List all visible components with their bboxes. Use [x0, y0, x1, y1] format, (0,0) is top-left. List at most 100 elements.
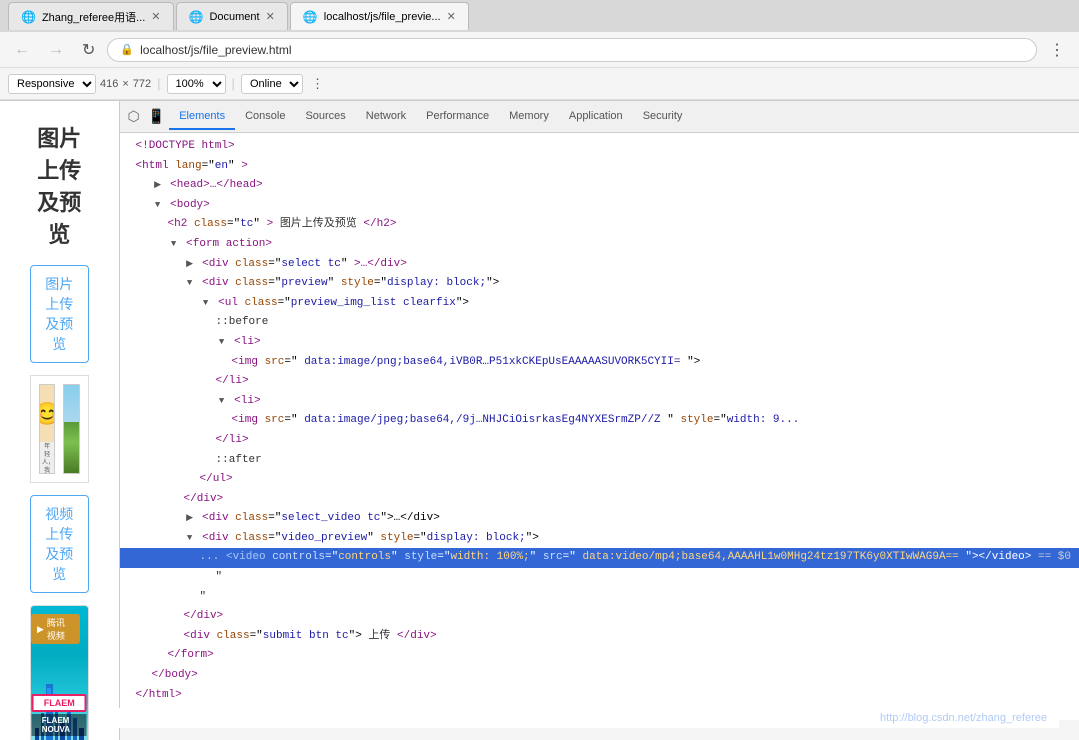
- tab-network[interactable]: Network: [356, 104, 416, 130]
- arrow-body[interactable]: ▼: [152, 198, 164, 212]
- tab-close-1[interactable]: ✕: [151, 10, 160, 23]
- html-line-8[interactable]: ▼ <div class="preview" style="display: b…: [120, 274, 1079, 294]
- div-class-attr1: class: [235, 258, 268, 270]
- html-line-21[interactable]: ▼ <div class="video_preview" style="disp…: [120, 529, 1079, 549]
- html-line-23[interactable]: ": [120, 568, 1079, 588]
- image-section-title: 图片上传及预览: [30, 265, 89, 363]
- video-watermark: ▶ 腾讯视频: [31, 614, 80, 644]
- tab-close-3[interactable]: ✕: [447, 10, 456, 23]
- tab-bar: 🌐 Zhang_referee用语... ✕ 🌐 Document ✕ 🌐 lo…: [0, 0, 1079, 32]
- tencent-icon: ▶: [37, 624, 44, 635]
- arrow-li2[interactable]: ▼: [216, 394, 228, 408]
- img1-src-link[interactable]: data:image/png;base64,iVB0R…P51xkCKEpUsE…: [304, 356, 680, 368]
- reload-button[interactable]: ↻: [76, 38, 101, 62]
- html-line-26[interactable]: <div class="submit btn tc"> 上传 </div>: [120, 627, 1079, 647]
- html-line-3[interactable]: ▶ <head>…</head>: [120, 176, 1079, 196]
- tab-application[interactable]: Application: [559, 104, 633, 130]
- html-line-17[interactable]: ::after: [120, 451, 1079, 471]
- html-close: </html>: [136, 689, 182, 701]
- h2-class-val: tc: [240, 218, 253, 230]
- tab-close-2[interactable]: ✕: [266, 10, 275, 23]
- video-controls-attr: controls: [272, 551, 325, 563]
- html-line-9[interactable]: ▼ <ul class="preview_img_list clearfix">: [120, 294, 1079, 314]
- sv-class-val: select_video tc: [281, 512, 380, 524]
- eq5c: ">: [486, 277, 499, 289]
- html-line-13[interactable]: </li>: [120, 372, 1079, 392]
- html-line-15[interactable]: <img src=" data:image/jpeg;base64,/9j…NH…: [120, 411, 1079, 431]
- video-style-val: width: 100%;: [450, 551, 529, 563]
- tab-2[interactable]: 🌐 Document ✕: [176, 2, 288, 30]
- tab-3[interactable]: 🌐 localhost/js/file_previe... ✕: [290, 2, 469, 30]
- html-line-20[interactable]: ▶ <div class="select_video tc">…</div>: [120, 509, 1079, 529]
- zoom-select[interactable]: 100%: [167, 74, 226, 94]
- html-line-16[interactable]: </li>: [120, 431, 1079, 451]
- mobile-device-icon[interactable]: 📱: [144, 106, 169, 127]
- dots-indicator: ...: [200, 551, 220, 563]
- div-preview: <div: [202, 277, 235, 289]
- tab-elements[interactable]: Elements: [169, 104, 235, 130]
- eq14c: ": [530, 551, 543, 563]
- address-bar[interactable]: 🔒 localhost/js/file_preview.html: [107, 38, 1037, 62]
- html-line-7[interactable]: ▶ <div class="select tc" >…</div>: [120, 255, 1079, 275]
- arrow-ul[interactable]: ▼: [200, 296, 212, 310]
- arrow-head[interactable]: ▶: [152, 178, 164, 192]
- html-line-5[interactable]: <h2 class="tc" > 图片上传及预览 </h2>: [120, 215, 1079, 235]
- html-line-22[interactable]: ... <video controls="controls" style="wi…: [120, 548, 1079, 568]
- cursor-tool-icon[interactable]: ⬡: [124, 106, 144, 127]
- quote1: ": [216, 571, 223, 583]
- html-line-2[interactable]: <html lang="en" >: [120, 157, 1079, 177]
- arrow-li1[interactable]: ▼: [216, 335, 228, 349]
- after-pseudo: ::after: [216, 454, 262, 466]
- tab-favicon-2: 🌐: [189, 10, 204, 24]
- html-line-12[interactable]: <img src=" data:image/png;base64,iVB0R…P…: [120, 353, 1079, 373]
- arrow-preview[interactable]: ▼: [184, 276, 196, 290]
- eq13c: ": [391, 551, 404, 563]
- tab-performance[interactable]: Performance: [416, 104, 499, 130]
- div-select-tc: <div: [202, 258, 235, 270]
- html-line-14[interactable]: ▼ <li>: [120, 392, 1079, 412]
- html-line-6[interactable]: ▼ <form action>: [120, 235, 1079, 255]
- eq6: =": [278, 297, 291, 309]
- arrow-select-video[interactable]: ▶: [184, 511, 196, 525]
- eq9: =": [713, 414, 726, 426]
- html-line-28[interactable]: </body>: [120, 666, 1079, 686]
- lang-attr: lang: [175, 160, 201, 172]
- html-line-24[interactable]: ": [120, 588, 1079, 608]
- more-button[interactable]: ⋮: [1043, 38, 1071, 62]
- lock-icon: 🔒: [120, 43, 134, 56]
- html-line-1[interactable]: <!DOCTYPE html>: [120, 137, 1079, 157]
- html-line-29[interactable]: </html>: [120, 686, 1079, 706]
- tab-sources[interactable]: Sources: [295, 104, 355, 130]
- html-line-25[interactable]: </div>: [120, 607, 1079, 627]
- tab-memory[interactable]: Memory: [499, 104, 559, 130]
- submit-class-attr: class: [217, 630, 250, 642]
- back-button[interactable]: ←: [8, 39, 36, 61]
- eq15c: "></video>: [965, 551, 1031, 563]
- html-line-19[interactable]: </div>: [120, 490, 1079, 510]
- eq16: =": [250, 630, 263, 642]
- eq12c: ">: [526, 532, 539, 544]
- html-line-27[interactable]: </form>: [120, 646, 1079, 666]
- arrow-select[interactable]: ▶: [184, 257, 196, 271]
- html-line-10[interactable]: ::before: [120, 313, 1079, 333]
- grass-area: [64, 422, 78, 473]
- html-line-18[interactable]: </ul>: [120, 470, 1079, 490]
- arrow-video-preview[interactable]: ▼: [184, 531, 196, 545]
- video-player-area: ▶ 腾讯视频: [30, 605, 89, 740]
- tab-security[interactable]: Security: [633, 104, 693, 130]
- forward-button[interactable]: →: [42, 39, 70, 61]
- img2-src-link[interactable]: data:image/jpeg;base64,/9j…NHJCiOisrkasE…: [304, 414, 660, 426]
- watermark-text: 腾讯视频: [47, 616, 74, 642]
- video-src-link[interactable]: data:video/mp4;base64,AAAAHL1w0MHg24tz19…: [582, 551, 958, 563]
- form-close: </form>: [168, 649, 214, 661]
- html-line-11[interactable]: ▼ <li>: [120, 333, 1079, 353]
- more-toolbar-btn[interactable]: ⋮: [307, 76, 328, 92]
- responsive-select[interactable]: Responsive: [8, 74, 96, 94]
- tab-console[interactable]: Console: [235, 104, 295, 130]
- online-select[interactable]: Online: [241, 74, 303, 94]
- html-line-4[interactable]: ▼ <body>: [120, 196, 1079, 216]
- head-collapsed: <head>…</head>: [170, 179, 262, 191]
- tab-1[interactable]: 🌐 Zhang_referee用语... ✕: [8, 2, 174, 30]
- arrow-form[interactable]: ▼: [168, 237, 180, 251]
- li1-open: <li>: [234, 336, 260, 348]
